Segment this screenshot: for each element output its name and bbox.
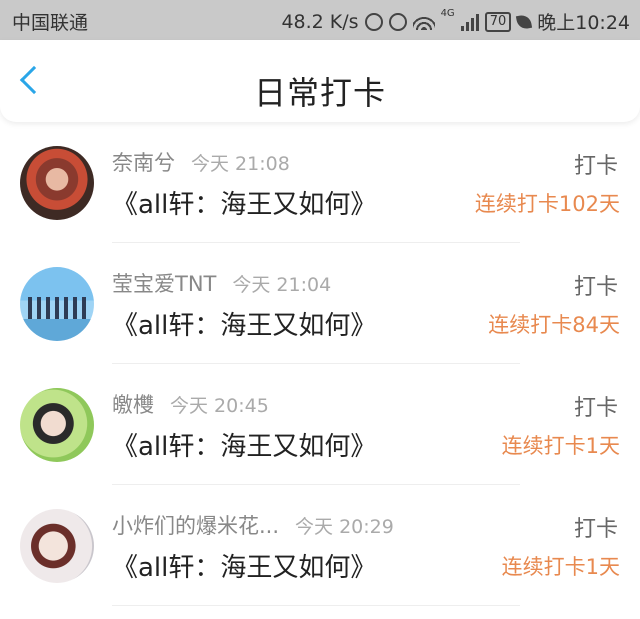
checkin-list: 奈南兮 今天 21:08 《all轩：海王又如何》 打卡 连续打卡102天 莹宝… (0, 122, 640, 606)
streak-badge: 连续打卡1天 (501, 434, 620, 458)
leaf-icon (516, 13, 533, 30)
wifi-icon (412, 13, 435, 30)
list-item[interactable]: 莹宝爱TNT 今天 21:04 《all轩：海王又如何》 打卡 连续打卡84天 (0, 243, 640, 364)
checkin-content[interactable]: 《all轩：海王又如何》 (112, 184, 376, 221)
name-line: 奈南兮 今天 21:08 (112, 147, 290, 177)
network-type: 4G (440, 8, 455, 19)
status-icons: 48.2 K/s 4G 70 晚上10:24 (281, 8, 630, 35)
action-label: 打卡 (573, 396, 618, 421)
list-item[interactable]: 奈南兮 今天 21:08 《all轩：海王又如何》 打卡 连续打卡102天 (0, 122, 640, 243)
checkin-content[interactable]: 《all轩：海王又如何》 (112, 426, 376, 463)
streak-badge: 连续打卡102天 (474, 192, 620, 216)
name-line: 小炸们的爆米花... 今天 20:29 (112, 510, 394, 540)
clock: 晚上10:24 (537, 12, 630, 34)
user-name[interactable]: 小炸们的爆米花... (112, 510, 279, 540)
status-bar: 中国联通 48.2 K/s 4G 70 晚上10:24 (0, 0, 640, 40)
action-label: 打卡 (573, 517, 618, 542)
list-item[interactable]: 皦欆 今天 20:45 《all轩：海王又如何》 打卡 连续打卡1天 (0, 364, 640, 485)
checkin-time: 今天 20:29 (295, 516, 394, 538)
avatar[interactable] (20, 509, 94, 583)
user-name[interactable]: 莹宝爱TNT (112, 268, 216, 298)
network-speed: 48.2 K/s (281, 10, 359, 33)
user-name[interactable]: 皦欆 (112, 389, 154, 419)
checkin-time: 今天 21:04 (232, 274, 332, 296)
checkin-content[interactable]: 《all轩：海王又如何》 (112, 305, 376, 342)
checkin-time: 今天 20:45 (170, 395, 269, 417)
avatar[interactable] (20, 267, 94, 341)
avatar[interactable] (20, 146, 94, 220)
checkin-time: 今天 21:08 (191, 153, 290, 175)
checkin-content[interactable]: 《all轩：海王又如何》 (112, 547, 376, 584)
carrier-label: 中国联通 (12, 12, 89, 34)
streak-badge: 连续打卡84天 (488, 313, 620, 337)
divider (112, 605, 520, 606)
signal-icon (460, 13, 479, 31)
group-photo (28, 297, 86, 319)
user-name[interactable]: 奈南兮 (112, 147, 175, 177)
alarm-icon (388, 12, 407, 31)
header: 日常打卡 (0, 40, 640, 122)
list-item[interactable]: 小炸们的爆米花... 今天 20:29 《all轩：海王又如何》 打卡 连续打卡… (0, 485, 640, 606)
avatar[interactable] (20, 388, 94, 462)
data-saver-icon (364, 12, 383, 31)
battery-icon: 70 (484, 11, 512, 32)
streak-badge: 连续打卡1天 (501, 555, 620, 579)
page-title: 日常打卡 (253, 74, 386, 112)
name-line: 皦欆 今天 20:45 (112, 389, 269, 419)
name-line: 莹宝爱TNT 今天 21:04 (112, 268, 331, 298)
action-label: 打卡 (573, 275, 618, 300)
action-label: 打卡 (573, 154, 618, 179)
